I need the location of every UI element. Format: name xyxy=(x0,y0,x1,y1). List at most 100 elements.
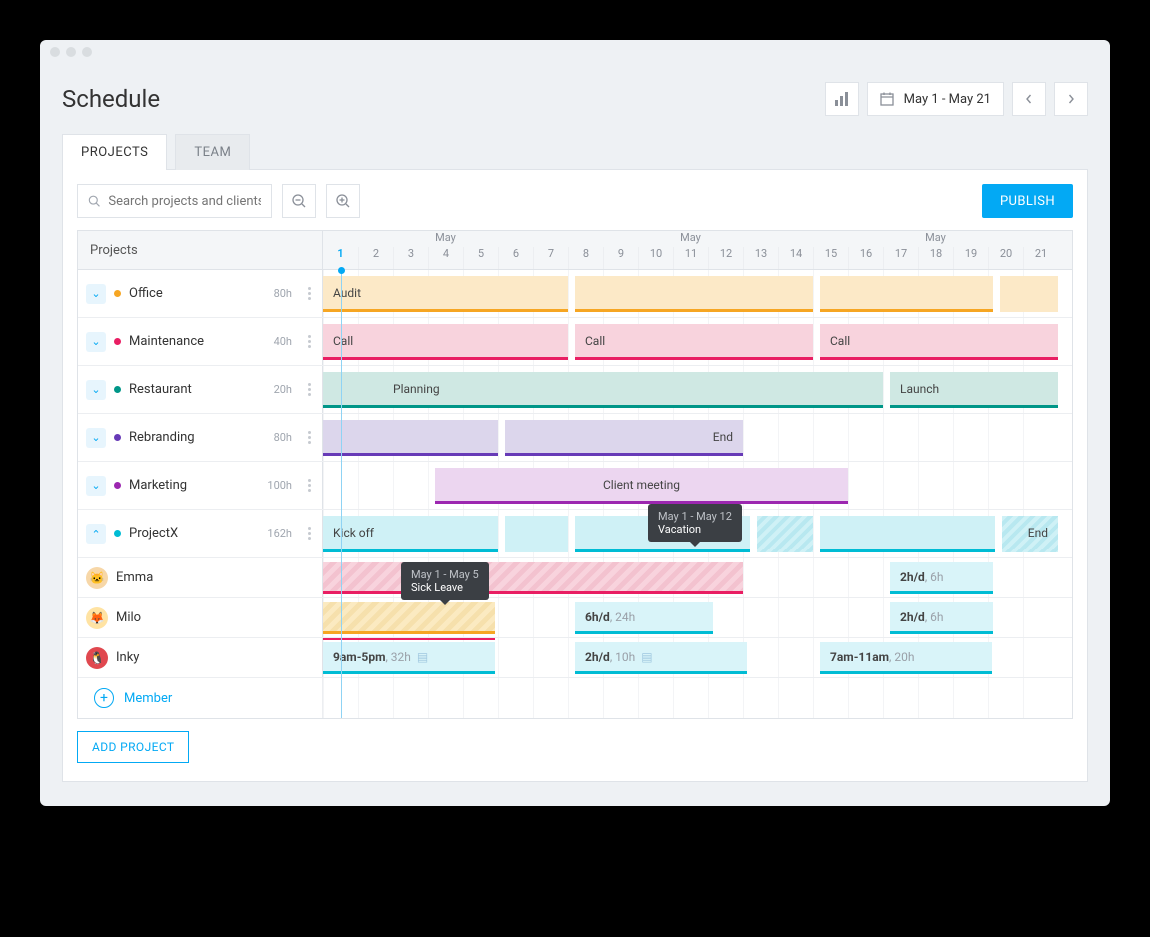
project-color-dot xyxy=(114,482,121,489)
add-project-button[interactable]: ADD PROJECT xyxy=(77,731,189,763)
expand-toggle[interactable]: ⌄ xyxy=(86,332,106,352)
day-header-cell: 17 xyxy=(883,247,918,269)
zoom-out-button[interactable] xyxy=(282,184,316,218)
task-bar-end[interactable]: End xyxy=(1002,516,1058,552)
day-header-cell: 16 xyxy=(848,247,883,269)
task-bar-planning[interactable]: Planning xyxy=(323,372,883,408)
zoom-in-button[interactable] xyxy=(326,184,360,218)
task-bar[interactable] xyxy=(757,516,813,552)
day-header-cell: 7 xyxy=(533,247,568,269)
drag-handle[interactable] xyxy=(304,383,314,396)
project-hours: 80h xyxy=(274,287,292,300)
tooltip-sick-leave: May 1 - May 5 Sick Leave xyxy=(401,562,489,600)
drag-handle[interactable] xyxy=(304,335,314,348)
day-header-cell: 3 xyxy=(393,247,428,269)
assignment-bar[interactable]: 2h/d, 6h xyxy=(890,562,993,594)
day-header-cell: 15 xyxy=(813,247,848,269)
day-header-cell: 2 xyxy=(358,247,393,269)
member-name: Milo xyxy=(116,610,141,625)
project-color-dot xyxy=(114,290,121,297)
project-name: Rebranding xyxy=(129,430,195,445)
chevron-right-icon xyxy=(1066,94,1076,104)
project-hours: 20h xyxy=(274,383,292,396)
tab-team[interactable]: TEAM xyxy=(175,134,250,170)
window-titlebar xyxy=(40,40,1110,64)
task-bar-call-3[interactable]: Call xyxy=(820,324,1058,360)
day-header-cell: 1 xyxy=(323,247,358,269)
expand-toggle[interactable]: ⌄ xyxy=(86,380,106,400)
project-name: Maintenance xyxy=(129,334,204,349)
assignment-bar[interactable]: 9am-5pm, 32h▤ xyxy=(323,642,495,674)
date-range-picker[interactable]: May 1 - May 21 xyxy=(867,82,1004,116)
assignment-bar[interactable]: 2h/d, 6h xyxy=(890,602,993,634)
day-header-cell: 19 xyxy=(953,247,988,269)
chevron-left-icon xyxy=(1024,94,1034,104)
traffic-light-min[interactable] xyxy=(66,47,76,57)
zoom-out-icon xyxy=(291,193,307,209)
assignment-bar[interactable] xyxy=(323,602,495,634)
task-bar-rebrand[interactable] xyxy=(323,420,498,456)
assignment-bar[interactable]: 2h/d, 10h▤ xyxy=(575,642,747,674)
task-bar[interactable] xyxy=(820,516,995,552)
traffic-light-max[interactable] xyxy=(82,47,92,57)
task-bar-audit[interactable]: Audit xyxy=(323,276,568,312)
day-header-cell: 4 xyxy=(428,247,463,269)
day-header-cell: 14 xyxy=(778,247,813,269)
date-range-label: May 1 - May 21 xyxy=(904,92,991,107)
month-label: May xyxy=(813,231,1058,247)
expand-toggle[interactable]: ⌄ xyxy=(86,428,106,448)
assignment-bar[interactable]: 6h/d, 24h xyxy=(575,602,713,634)
expand-toggle[interactable]: ⌄ xyxy=(86,476,106,496)
zoom-in-icon xyxy=(335,193,351,209)
note-icon: ▤ xyxy=(641,650,652,664)
task-bar-call-1[interactable]: Call xyxy=(323,324,568,360)
day-header-cell: 12 xyxy=(708,247,743,269)
task-bar[interactable] xyxy=(1000,276,1058,312)
member-name: Emma xyxy=(116,570,153,585)
task-bar[interactable] xyxy=(505,516,568,552)
drag-handle[interactable] xyxy=(304,431,314,444)
drag-handle[interactable] xyxy=(304,479,314,492)
collapse-toggle[interactable]: ⌄ xyxy=(86,524,106,544)
project-hours: 100h xyxy=(267,479,292,492)
drag-handle[interactable] xyxy=(304,287,314,300)
search-input-wrap[interactable] xyxy=(77,184,272,218)
grid-cells xyxy=(323,678,1072,718)
page-title: Schedule xyxy=(62,85,160,113)
day-header-cell: 13 xyxy=(743,247,778,269)
publish-button[interactable]: PUBLISH xyxy=(982,184,1073,218)
task-bar-launch[interactable]: Launch xyxy=(890,372,1058,408)
project-hours: 80h xyxy=(274,431,292,444)
project-hours: 40h xyxy=(274,335,292,348)
day-header-cell: 8 xyxy=(568,247,603,269)
project-color-dot xyxy=(114,338,121,345)
drag-handle[interactable] xyxy=(304,527,314,540)
day-header-cell: 18 xyxy=(918,247,953,269)
task-bar-rebrand-end[interactable]: End xyxy=(505,420,743,456)
task-bar-meeting[interactable]: Client meeting xyxy=(435,468,848,504)
day-header-cell: 9 xyxy=(603,247,638,269)
add-member-button[interactable]: + Member xyxy=(86,678,180,718)
assignment-bar[interactable]: 7am-11am, 20h xyxy=(820,642,992,674)
note-icon: ▤ xyxy=(417,650,428,664)
day-header-cell: 20 xyxy=(988,247,1023,269)
plus-icon: + xyxy=(94,688,114,708)
avatar: 🐧 xyxy=(86,647,108,669)
day-header-cell: 21 xyxy=(1023,247,1058,269)
search-input[interactable] xyxy=(108,194,261,209)
task-bar-kickoff[interactable]: Kick off xyxy=(323,516,498,552)
traffic-light-close[interactable] xyxy=(50,47,60,57)
today-marker xyxy=(341,270,342,718)
prev-range-button[interactable] xyxy=(1012,82,1046,116)
tab-projects[interactable]: PROJECTS xyxy=(62,134,167,170)
expand-toggle[interactable]: ⌄ xyxy=(86,284,106,304)
task-bar[interactable] xyxy=(575,276,813,312)
chart-view-button[interactable] xyxy=(825,82,859,116)
next-range-button[interactable] xyxy=(1054,82,1088,116)
project-hours: 162h xyxy=(267,527,292,540)
task-bar[interactable] xyxy=(820,276,993,312)
day-header-cell: 6 xyxy=(498,247,533,269)
assignment-bar[interactable] xyxy=(323,562,743,594)
project-color-dot xyxy=(114,386,121,393)
task-bar-call-2[interactable]: Call xyxy=(575,324,813,360)
